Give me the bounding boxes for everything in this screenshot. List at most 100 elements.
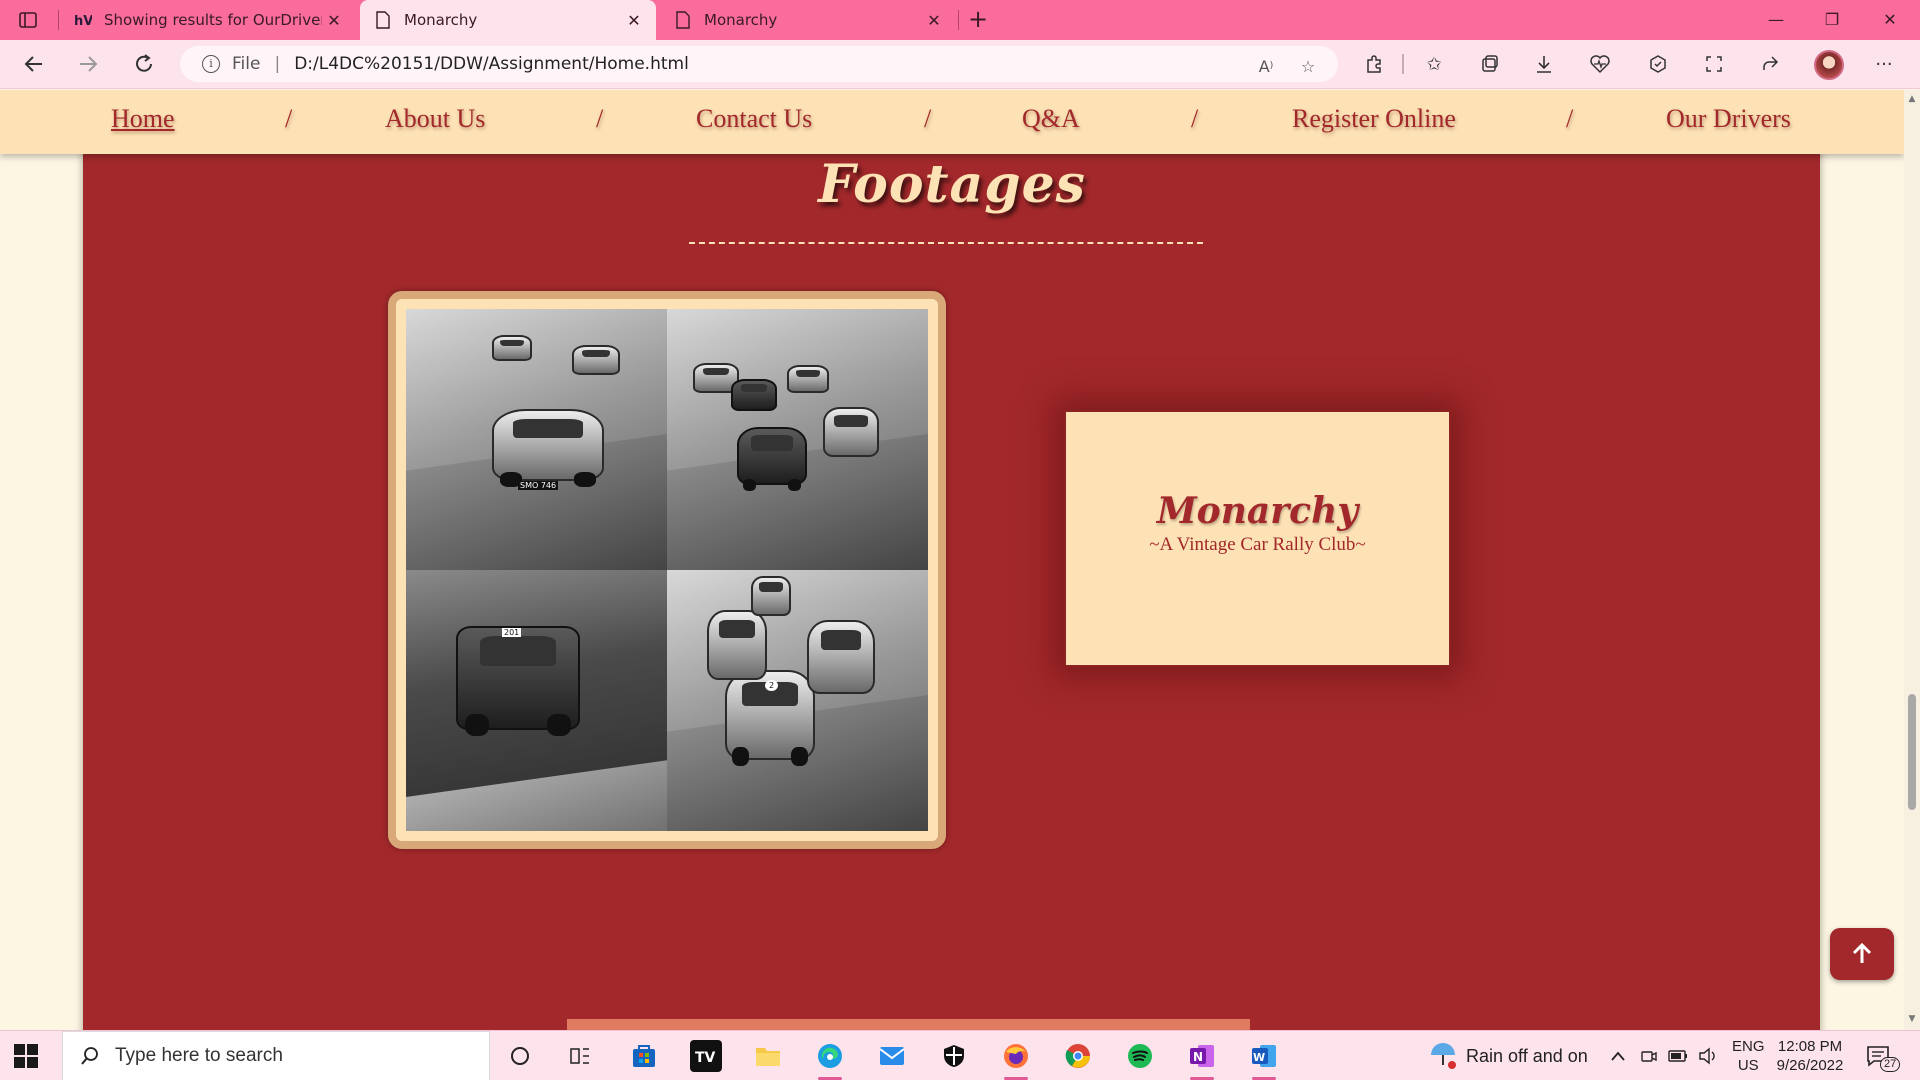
svg-text:W: W bbox=[1253, 1051, 1265, 1064]
task-view-icon[interactable] bbox=[564, 1040, 596, 1072]
mail-icon[interactable] bbox=[876, 1040, 908, 1072]
onenote-icon[interactable]: N bbox=[1186, 1040, 1218, 1072]
nav-home-link[interactable]: Home bbox=[111, 104, 175, 134]
nav-about-us-link[interactable]: About Us bbox=[385, 104, 485, 134]
page-icon bbox=[674, 11, 692, 29]
scroll-up-arrow-icon[interactable]: ▲ bbox=[1907, 94, 1917, 104]
downloads-icon[interactable] bbox=[1532, 52, 1556, 76]
car-graphic bbox=[707, 610, 767, 680]
chrome-icon[interactable] bbox=[1062, 1040, 1094, 1072]
car-window bbox=[795, 369, 821, 377]
weather-widget[interactable]: Rain off and on bbox=[1428, 1031, 1588, 1080]
firefox-icon[interactable] bbox=[1000, 1040, 1032, 1072]
tab-actions-menu-icon[interactable] bbox=[18, 10, 38, 30]
footage-photo[interactable]: 201 bbox=[406, 570, 667, 831]
tab-monarchy-active[interactable]: Monarchy ✕ bbox=[360, 0, 656, 40]
car-window bbox=[740, 384, 768, 393]
rally-number: 201 bbox=[502, 628, 522, 637]
notification-center[interactable]: 27 bbox=[1866, 1031, 1901, 1080]
back-to-top-button[interactable] bbox=[1830, 928, 1894, 980]
read-aloud-icon[interactable]: A) bbox=[1254, 54, 1278, 78]
car-window bbox=[479, 636, 557, 666]
profile-avatar[interactable] bbox=[1814, 50, 1844, 80]
close-icon[interactable]: ✕ bbox=[622, 8, 646, 32]
scheme-label: File bbox=[232, 54, 261, 74]
more-options-icon[interactable]: ··· bbox=[1872, 52, 1896, 76]
car-window bbox=[759, 582, 783, 593]
minimize-button[interactable]: — bbox=[1764, 8, 1788, 32]
add-favorite-icon[interactable]: ☆ bbox=[1296, 54, 1320, 78]
extensions-icon[interactable] bbox=[1362, 52, 1386, 76]
footage-photo[interactable]: 2 bbox=[667, 570, 928, 831]
edge-browser-icon[interactable] bbox=[814, 1040, 846, 1072]
language-indicator[interactable]: ENG US bbox=[1732, 1031, 1765, 1080]
refresh-button[interactable] bbox=[130, 50, 158, 78]
microsoft-store-icon[interactable] bbox=[628, 1040, 660, 1072]
html-validator-icon: hV bbox=[74, 11, 92, 29]
wheel bbox=[732, 747, 750, 766]
address-bar[interactable]: i File | D:/L4DC%20151/DDW/Assignment/Ho… bbox=[180, 46, 1338, 82]
wheel bbox=[787, 479, 802, 491]
language-secondary: US bbox=[1737, 1057, 1759, 1074]
cortana-icon[interactable] bbox=[504, 1040, 536, 1072]
scroll-down-arrow-icon[interactable]: ▼ bbox=[1907, 1014, 1917, 1024]
nav-register-online-link[interactable]: Register Online bbox=[1292, 104, 1456, 134]
collections-icon[interactable] bbox=[1478, 52, 1502, 76]
car-window bbox=[581, 350, 611, 358]
back-button[interactable] bbox=[20, 50, 48, 78]
show-hidden-icons[interactable] bbox=[1610, 1031, 1626, 1080]
footage-photo[interactable]: SMO 746 bbox=[406, 309, 667, 570]
section-title: Footages bbox=[818, 154, 1086, 215]
car-window bbox=[500, 339, 524, 346]
taskbar-search[interactable]: Type here to search bbox=[62, 1031, 490, 1080]
screenshot-icon[interactable] bbox=[1702, 52, 1726, 76]
wheel bbox=[790, 747, 808, 766]
battery-icon[interactable] bbox=[1668, 1031, 1688, 1080]
meet-now-icon[interactable] bbox=[1640, 1031, 1658, 1080]
volume-icon[interactable] bbox=[1698, 1031, 1718, 1080]
word-icon[interactable]: W bbox=[1248, 1040, 1280, 1072]
tab-monarchy[interactable]: Monarchy ✕ bbox=[660, 0, 956, 40]
language-primary: ENG bbox=[1732, 1038, 1765, 1055]
nav-contact-us-link[interactable]: Contact Us bbox=[696, 104, 812, 134]
page-scrollbar[interactable]: ▲ ▼ bbox=[1904, 90, 1920, 1030]
close-icon[interactable]: ✕ bbox=[922, 8, 946, 32]
file-explorer-icon[interactable] bbox=[752, 1040, 784, 1072]
favorites-icon[interactable]: ✩ bbox=[1422, 52, 1446, 76]
new-tab-button[interactable]: + bbox=[966, 7, 990, 32]
car-graphic bbox=[737, 427, 807, 491]
car-window bbox=[750, 435, 794, 451]
web-page: Home / About Us / Contact Us / Q&A / Reg… bbox=[0, 90, 1904, 1030]
nav-our-drivers-link[interactable]: Our Drivers bbox=[1666, 104, 1791, 134]
close-icon[interactable]: ✕ bbox=[322, 8, 346, 32]
search-placeholder: Type here to search bbox=[115, 1045, 283, 1066]
browser-essentials-icon[interactable] bbox=[1588, 52, 1612, 76]
footage-gallery: SMO 746 201 2 bbox=[388, 291, 946, 849]
windows-start-button[interactable] bbox=[14, 1044, 38, 1068]
footage-photo[interactable] bbox=[667, 309, 928, 570]
weather-text: Rain off and on bbox=[1466, 1045, 1588, 1066]
browser-tab-strip: hV Showing results for OurDrivers.h ✕ Mo… bbox=[0, 0, 1920, 40]
security-shield-icon[interactable] bbox=[938, 1040, 970, 1072]
club-name: Monarchy bbox=[1156, 490, 1359, 532]
restore-button[interactable]: ❐ bbox=[1820, 8, 1844, 32]
clock[interactable]: 12:08 PM 9/26/2022 bbox=[1774, 1031, 1846, 1080]
nav-separator: / bbox=[596, 104, 604, 133]
site-info-icon[interactable]: i bbox=[202, 55, 220, 73]
scrollbar-thumb[interactable] bbox=[1908, 694, 1916, 810]
next-section-edge bbox=[567, 1019, 1250, 1030]
performance-icon[interactable] bbox=[1646, 52, 1670, 76]
tradingview-icon[interactable]: TV bbox=[690, 1040, 722, 1072]
car-graphic bbox=[572, 345, 620, 375]
spotify-icon[interactable] bbox=[1124, 1040, 1156, 1072]
license-plate: SMO 746 bbox=[518, 481, 559, 490]
tab-separator bbox=[58, 10, 59, 30]
car-window bbox=[834, 414, 868, 428]
close-window-button[interactable]: ✕ bbox=[1878, 8, 1902, 32]
tab-separator bbox=[958, 10, 959, 30]
nav-qa-link[interactable]: Q&A bbox=[1022, 104, 1080, 134]
url-text[interactable]: D:/L4DC%20151/DDW/Assignment/Home.html bbox=[294, 54, 689, 74]
forward-button[interactable] bbox=[74, 50, 102, 78]
share-icon[interactable] bbox=[1758, 52, 1782, 76]
tab-html-validator[interactable]: hV Showing results for OurDrivers.h ✕ bbox=[60, 0, 356, 40]
